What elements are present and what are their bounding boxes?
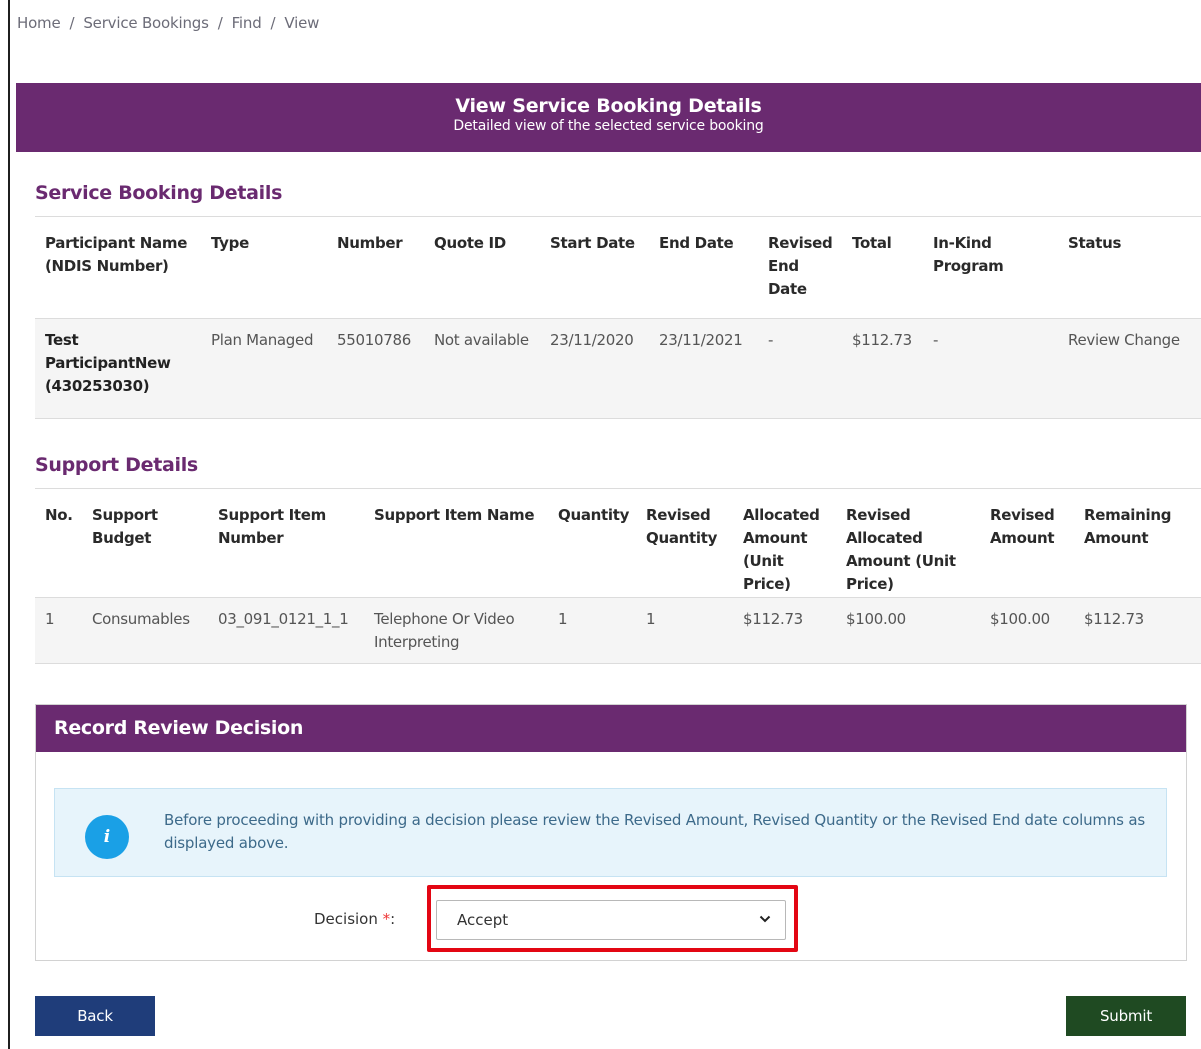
col-remaining-amount: Remaining Amount: [1074, 488, 1201, 598]
col-revised-end-date: Revised End Date: [758, 216, 842, 319]
table-header-row: No. Support Budget Support Item Number S…: [35, 488, 1201, 598]
cell-support-item-number: 03_091_0121_1_1: [208, 597, 364, 664]
cell-support-item-name: Telephone Or Video Interpreting: [364, 597, 548, 664]
col-no: No.: [35, 488, 82, 598]
cell-support-budget: Consumables: [82, 597, 208, 664]
col-quote-id: Quote ID: [424, 216, 540, 319]
col-support-item-name: Support Item Name: [364, 488, 548, 598]
cell-end-date: 23/11/2021: [649, 318, 758, 419]
decision-select[interactable]: Accept: [436, 900, 786, 940]
support-details-table: No. Support Budget Support Item Number S…: [35, 488, 1201, 664]
cell-start-date: 23/11/2020: [540, 318, 649, 419]
cell-quantity: 1: [548, 597, 636, 664]
decision-label-text: Decision: [314, 910, 378, 928]
col-support-budget: Support Budget: [82, 488, 208, 598]
support-section-title: Support Details: [35, 454, 198, 476]
col-revised-amount: Revised Amount: [980, 488, 1074, 598]
table-row: 1 Consumables 03_091_0121_1_1 Telephone …: [35, 597, 1201, 664]
decision-label-colon: :: [390, 910, 396, 928]
cell-status: Review Change: [1058, 318, 1201, 419]
page-title: View Service Booking Details: [455, 95, 762, 117]
cell-revised-amount: $100.00: [980, 597, 1074, 664]
table-header-row: Participant Name (NDIS Number) Type Numb…: [35, 216, 1201, 319]
breadcrumb-find[interactable]: Find: [232, 14, 262, 32]
cell-revised-quantity: 1: [636, 597, 733, 664]
col-quantity: Quantity: [548, 488, 636, 598]
page-subtitle: Detailed view of the selected service bo…: [453, 118, 764, 134]
service-booking-section-title: Service Booking Details: [35, 182, 283, 204]
breadcrumb-view: View: [284, 14, 320, 32]
cell-allocated-amount: $112.73: [733, 597, 836, 664]
cell-revised-allocated-amount: $100.00: [836, 597, 980, 664]
cell-revised-end-date: -: [758, 318, 842, 419]
cell-remaining-amount: $112.73: [1074, 597, 1201, 664]
decision-label: Decision *:: [314, 910, 395, 928]
cell-participant: Test ParticipantNew (430253030): [35, 318, 201, 419]
service-booking-table: Participant Name (NDIS Number) Type Numb…: [35, 216, 1201, 419]
col-allocated-amount: Allocated Amount (Unit Price): [733, 488, 836, 598]
col-in-kind: In-Kind Program: [923, 216, 1058, 319]
page-banner: View Service Booking Details Detailed vi…: [16, 83, 1201, 152]
cell-type: Plan Managed: [201, 318, 327, 419]
col-support-item-number: Support Item Number: [208, 488, 364, 598]
record-review-decision-panel: Record Review Decision i Before proceedi…: [35, 704, 1187, 961]
cell-in-kind: -: [923, 318, 1058, 419]
submit-button[interactable]: Submit: [1066, 996, 1186, 1036]
col-revised-allocated-amount: Revised Allocated Amount (Unit Price): [836, 488, 980, 598]
breadcrumb: Home / Service Bookings / Find / View: [17, 14, 320, 32]
col-revised-quantity: Revised Quantity: [636, 488, 733, 598]
col-number: Number: [327, 216, 424, 319]
cell-total: $112.73: [842, 318, 923, 419]
cell-no: 1: [35, 597, 82, 664]
chevron-down-icon: [759, 915, 771, 923]
col-participant: Participant Name (NDIS Number): [35, 216, 201, 319]
col-type: Type: [201, 216, 327, 319]
col-end-date: End Date: [649, 216, 758, 319]
table-row: Test ParticipantNew (430253030) Plan Man…: [35, 318, 1201, 419]
decision-selected-value: Accept: [457, 911, 509, 929]
col-total: Total: [842, 216, 923, 319]
cell-quote-id: Not available: [424, 318, 540, 419]
breadcrumb-service-bookings[interactable]: Service Bookings: [83, 14, 209, 32]
decision-panel-title: Record Review Decision: [36, 705, 1186, 752]
col-start-date: Start Date: [540, 216, 649, 319]
col-status: Status: [1058, 216, 1201, 319]
info-icon: i: [85, 815, 129, 859]
back-button[interactable]: Back: [35, 996, 155, 1036]
info-alert-text: Before proceeding with providing a decis…: [164, 811, 1145, 852]
info-alert: i Before proceeding with providing a dec…: [54, 788, 1167, 877]
cell-number: 55010786: [327, 318, 424, 419]
breadcrumb-home[interactable]: Home: [17, 14, 61, 32]
